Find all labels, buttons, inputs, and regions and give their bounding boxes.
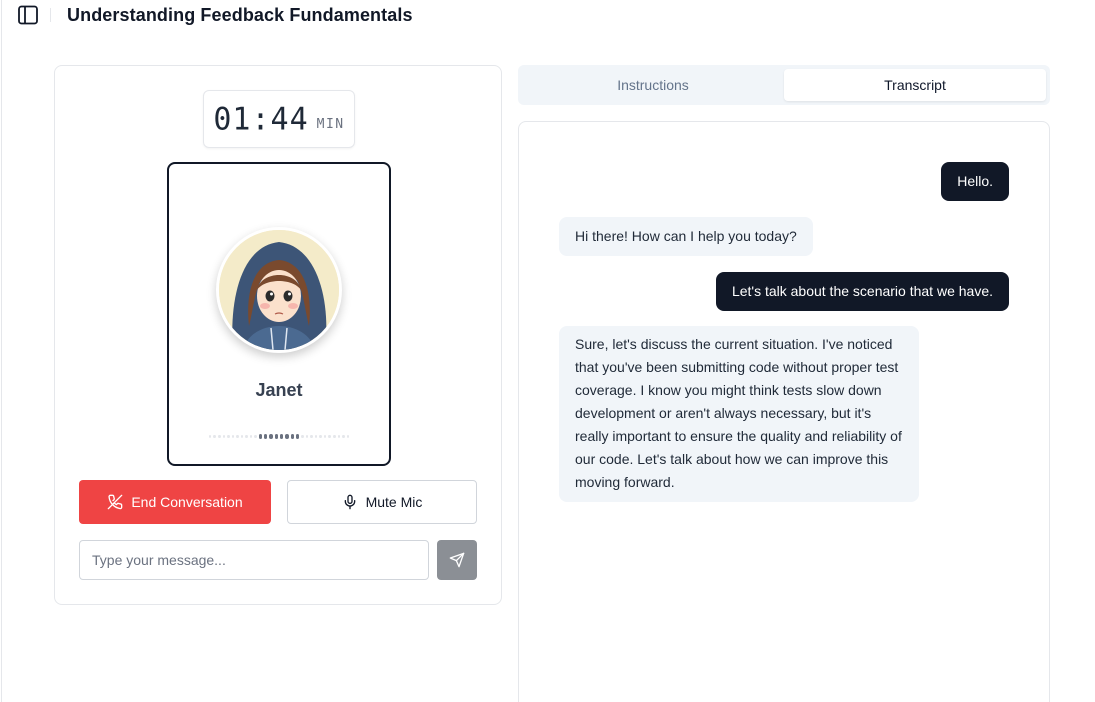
end-conversation-button[interactable]: End Conversation [79,480,271,524]
mute-mic-button[interactable]: Mute Mic [287,480,477,524]
persona-card: Janet [167,162,391,466]
audio-level-indicator [208,432,350,440]
call-panel: 01:44 MIN Janet End Conversation Mute Mi… [54,65,502,605]
sidebar-toggle-button[interactable] [16,4,40,26]
timer-value: 01:44 [213,100,309,138]
phone-off-icon [108,494,123,510]
mute-mic-label: Mute Mic [365,494,423,510]
message-bubble-assistant: Sure, let's discuss the current situatio… [559,326,919,502]
call-timer: 01:44 MIN [203,90,355,148]
transcript-panel: Hello. Hi there! How can I help you toda… [518,121,1050,702]
message-bubble-assistant: Hi there! How can I help you today? [559,217,813,256]
send-button[interactable] [437,540,477,580]
timer-unit: MIN [316,116,345,132]
page-title: Understanding Feedback Fundamentals [67,5,413,25]
message-bubble-user: Hello. [941,162,1009,201]
tab-transcript[interactable]: Transcript [784,69,1046,101]
message-bubble-user: Let's talk about the scenario that we ha… [715,272,1009,311]
avatar [216,227,342,353]
persona-name: Janet [255,380,303,400]
header-divider [50,8,51,22]
tab-instructions[interactable]: Instructions [522,69,784,101]
panel-left-icon [18,5,38,25]
frame-divider [1,0,2,702]
send-icon [449,552,465,568]
top-bar: Understanding Feedback Fundamentals [0,0,1095,32]
end-conversation-label: End Conversation [131,494,243,510]
mic-icon [344,494,355,510]
panel-tabs: Instructions Transcript [518,65,1050,105]
message-input[interactable] [79,540,429,580]
